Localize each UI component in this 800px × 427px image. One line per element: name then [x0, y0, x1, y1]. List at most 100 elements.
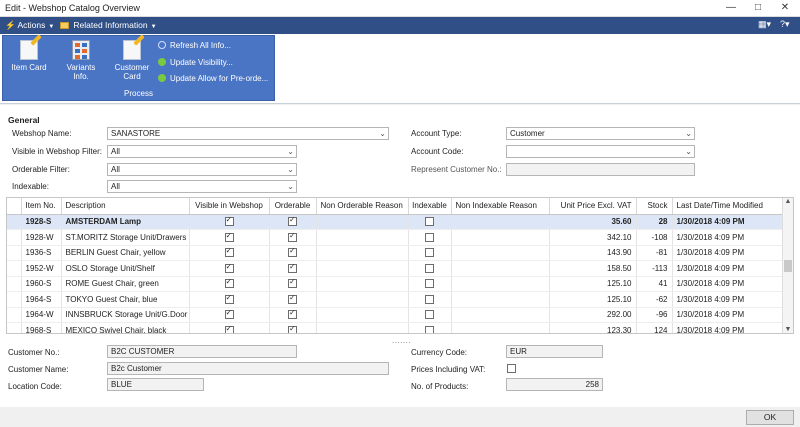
indexable-checkbox[interactable] [425, 279, 434, 289]
indexable-checkbox[interactable] [425, 248, 434, 258]
item-card-button[interactable]: Item Card [9, 40, 49, 72]
non-orderable-reason-cell[interactable] [316, 291, 409, 308]
description-cell[interactable]: ROME Guest Chair, green [61, 276, 190, 292]
account-code-field[interactable]: ⌄ [506, 145, 695, 158]
orderable-cell[interactable] [269, 291, 317, 308]
unit-price-cell[interactable]: 125.10 [549, 276, 637, 292]
orderable-cell[interactable] [269, 276, 317, 292]
indexable-cell[interactable] [408, 245, 452, 261]
orderable-cell[interactable] [269, 229, 317, 246]
orderable-filter-field[interactable]: All ⌄ [107, 163, 297, 176]
last-modified-cell[interactable]: 1/30/2018 4:09 PM [672, 214, 784, 230]
orderable-cell[interactable] [269, 214, 317, 230]
visible-cell[interactable] [189, 214, 270, 230]
row-selector[interactable] [7, 307, 22, 323]
row-selector[interactable] [7, 214, 22, 230]
unit-price-cell[interactable]: 123.30 [549, 322, 637, 333]
non-orderable-reason-cell[interactable] [316, 307, 409, 323]
description-cell[interactable]: TOKYO Guest Chair, blue [61, 291, 190, 308]
indexable-cell[interactable] [408, 322, 452, 333]
description-cell[interactable]: ST.MORITZ Storage Unit/Drawers [61, 229, 190, 246]
indexable-checkbox[interactable] [425, 325, 434, 333]
scroll-down-icon[interactable]: ▼ [783, 326, 793, 333]
row-selector[interactable] [7, 291, 22, 308]
non-indexable-reason-cell[interactable] [451, 260, 550, 277]
indexable-field[interactable]: All ⌄ [107, 180, 297, 193]
account-type-field[interactable]: Customer ⌄ [506, 127, 695, 140]
visible-checkbox[interactable] [224, 246, 234, 258]
description-cell[interactable]: OSLO Storage Unit/Shelf [61, 260, 190, 277]
indexable-checkbox[interactable] [425, 263, 434, 273]
related-information-menu[interactable]: Related Information ▼ [60, 20, 157, 30]
stock-cell[interactable]: -81 [636, 245, 673, 261]
orderable-checkbox[interactable] [288, 324, 297, 333]
col-item-no[interactable]: Item No. [21, 198, 62, 215]
orderable-checkbox[interactable] [288, 277, 297, 289]
indexable-cell[interactable] [408, 214, 452, 230]
visible-checkbox[interactable] [224, 215, 234, 227]
visible-cell[interactable] [189, 322, 270, 333]
stock-cell[interactable]: -113 [636, 260, 673, 277]
chevron-down-icon[interactable]: ⌄ [685, 146, 692, 157]
description-cell[interactable]: BERLIN Guest Chair, yellow [61, 245, 190, 261]
update-allow-preorder-button[interactable]: Update Allow for Pre-orde... [158, 74, 268, 83]
stock-cell[interactable]: -62 [636, 291, 673, 308]
table-row[interactable]: 1964-WINNSBRUCK Storage Unit/G.Door 292.0… [7, 307, 784, 323]
indexable-checkbox[interactable] [425, 310, 434, 320]
stock-cell[interactable]: 41 [636, 276, 673, 292]
view-options-icon[interactable]: ▦▾ [758, 19, 771, 30]
orderable-checkbox[interactable] [288, 308, 297, 320]
non-indexable-reason-cell[interactable] [451, 307, 550, 323]
orderable-cell[interactable] [269, 260, 317, 277]
table-row[interactable]: 1964-STOKYO Guest Chair, blue 125.10-621/… [7, 291, 784, 308]
actions-menu[interactable]: ⚡ Actions ▼ [5, 20, 54, 31]
visible-checkbox[interactable] [224, 277, 234, 289]
unit-price-cell[interactable]: 35.60 [549, 214, 637, 230]
col-non-indexable-reason[interactable]: Non Indexable Reason [451, 198, 550, 215]
item-no-cell[interactable]: 1952-W [21, 260, 62, 277]
visible-checkbox[interactable] [224, 231, 234, 242]
table-row[interactable]: 1968-SMEXICO Swivel Chair, black 123.3012… [7, 322, 784, 333]
col-indexable[interactable]: Indexable [408, 198, 452, 215]
visible-checkbox[interactable] [224, 308, 234, 320]
orderable-cell[interactable] [269, 245, 317, 261]
non-orderable-reason-cell[interactable] [316, 276, 409, 292]
visible-checkbox[interactable] [224, 293, 234, 304]
orderable-cell[interactable] [269, 322, 317, 333]
item-no-cell[interactable]: 1968-S [21, 322, 62, 333]
row-selector[interactable] [7, 322, 22, 333]
visible-checkbox[interactable] [224, 262, 234, 273]
visible-cell[interactable] [189, 307, 270, 323]
row-selector[interactable] [7, 260, 22, 277]
visible-cell[interactable] [189, 229, 270, 246]
row-selector[interactable] [7, 229, 22, 246]
col-description[interactable]: Description [61, 198, 190, 215]
visible-cell[interactable] [189, 245, 270, 261]
item-no-cell[interactable]: 1960-S [21, 276, 62, 292]
ok-button[interactable]: OK [746, 410, 794, 425]
last-modified-cell[interactable]: 1/30/2018 4:09 PM [672, 322, 784, 333]
customer-card-button[interactable]: Customer Card [110, 40, 154, 81]
indexable-checkbox[interactable] [425, 294, 434, 304]
non-indexable-reason-cell[interactable] [451, 229, 550, 246]
variants-info-button[interactable]: Variants Info. [61, 40, 101, 81]
orderable-checkbox[interactable] [288, 231, 297, 242]
last-modified-cell[interactable]: 1/30/2018 4:09 PM [672, 245, 784, 261]
chevron-down-icon[interactable]: ⌄ [287, 181, 294, 192]
indexable-cell[interactable] [408, 291, 452, 308]
indexable-cell[interactable] [408, 307, 452, 323]
pane-splitter[interactable]: ....... [392, 336, 411, 345]
visible-cell[interactable] [189, 260, 270, 277]
scroll-thumb[interactable] [784, 260, 792, 272]
stock-cell[interactable]: -96 [636, 307, 673, 323]
item-no-cell[interactable]: 1964-W [21, 307, 62, 323]
maximize-button[interactable]: □ [745, 1, 771, 15]
unit-price-cell[interactable]: 292.00 [549, 307, 637, 323]
catalog-grid[interactable]: Item No. Description Visible in Webshop … [6, 197, 794, 334]
scroll-up-icon[interactable]: ▲ [783, 198, 793, 205]
visible-filter-field[interactable]: All ⌄ [107, 145, 297, 158]
table-row[interactable]: 1936-SBERLIN Guest Chair, yellow 143.90-8… [7, 245, 784, 261]
item-no-cell[interactable]: 1936-S [21, 245, 62, 261]
grid-scrollbar[interactable]: ▲ ▼ [782, 198, 793, 333]
unit-price-cell[interactable]: 125.10 [549, 291, 637, 308]
